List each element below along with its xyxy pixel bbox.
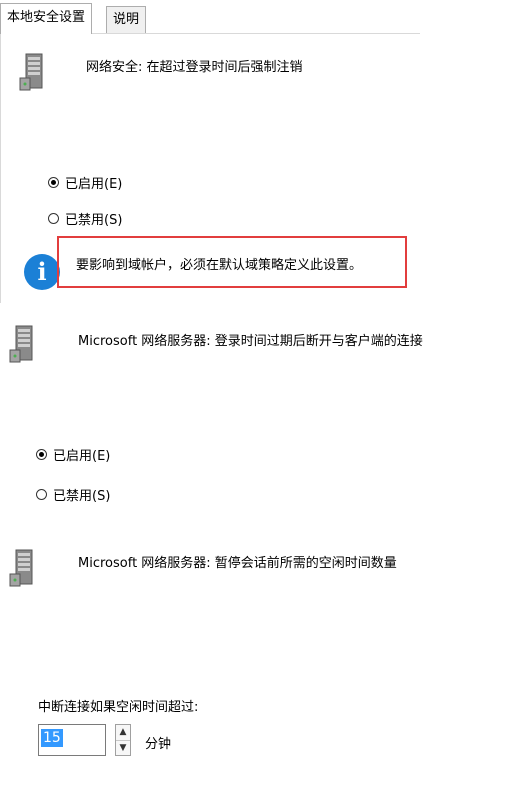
info-text: 要影响到域帐户，必须在默认域策略定义此设置。 xyxy=(76,258,363,273)
tab-explain[interactable]: 说明 xyxy=(106,6,147,33)
section3-title: Microsoft 网络服务器: 暂停会话前所需的空闲时间数量 xyxy=(78,556,397,571)
server-icon xyxy=(19,53,43,91)
section1-disabled-option[interactable]: 已禁用(S) xyxy=(48,209,122,228)
radio-selected[interactable] xyxy=(36,449,47,460)
radio-selected[interactable] xyxy=(48,177,59,188)
info-icon: i xyxy=(24,254,60,290)
idle-time-input[interactable]: 15 xyxy=(38,724,106,756)
idle-time-stepper[interactable]: ▲ ▼ xyxy=(115,724,131,756)
radio-label: 已启用(E) xyxy=(53,449,111,464)
chevron-up-icon[interactable]: ▲ xyxy=(116,725,130,741)
idle-time-value: 15 xyxy=(41,729,63,747)
section2-title: Microsoft 网络服务器: 登录时间过期后断开与客户端的连接 xyxy=(78,334,423,349)
tab-bar: 本地安全设置 说明 xyxy=(0,0,420,34)
section2-disabled-option[interactable]: 已禁用(S) xyxy=(36,485,110,504)
idle-time-label: 中断连接如果空闲时间超过: xyxy=(38,700,199,715)
radio-label: 已禁用(S) xyxy=(53,489,111,504)
radio-unselected[interactable] xyxy=(48,213,59,224)
section1-title: 网络安全: 在超过登录时间后强制注销 xyxy=(86,60,303,75)
tab-local-security-setting[interactable]: 本地安全设置 xyxy=(0,3,93,34)
server-icon xyxy=(9,549,33,587)
radio-label: 已启用(E) xyxy=(65,177,123,192)
panel-border xyxy=(0,33,1,303)
radio-label: 已禁用(S) xyxy=(65,213,123,228)
section1-enabled-option[interactable]: 已启用(E) xyxy=(48,173,122,192)
server-icon xyxy=(9,325,33,363)
chevron-down-icon[interactable]: ▼ xyxy=(116,741,130,756)
idle-time-unit: 分钟 xyxy=(145,737,172,752)
section2-enabled-option[interactable]: 已启用(E) xyxy=(36,445,110,464)
radio-unselected[interactable] xyxy=(36,489,47,500)
